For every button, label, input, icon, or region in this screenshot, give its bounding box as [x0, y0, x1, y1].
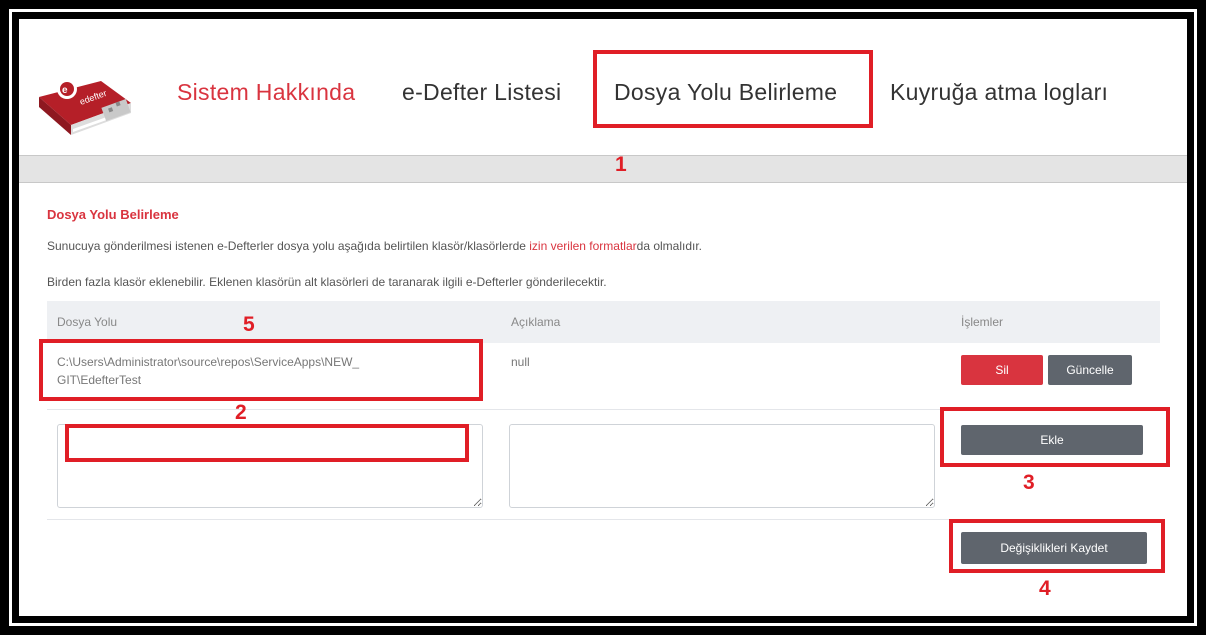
annotation-number-2: 2 [235, 401, 247, 424]
annotation-number-1: 1 [615, 153, 627, 176]
header-islemler: İşlemler [961, 315, 1004, 329]
add-button[interactable]: Ekle [961, 425, 1143, 455]
info-paragraph-1: Sunucuya gönderilmesi istenen e-Defterle… [47, 239, 703, 253]
header-aciklama: Açıklama [511, 315, 561, 329]
edefter-logo: e edefter [39, 79, 131, 135]
path-input[interactable] [57, 424, 483, 508]
nav-item-edefter-listesi[interactable]: e-Defter Listesi [402, 79, 561, 106]
annotation-number-3: 3 [1023, 471, 1035, 494]
nav-item-sistem-hakkinda[interactable]: Sistem Hakkında [177, 79, 355, 106]
svg-text:e: e [62, 85, 68, 96]
info-paragraph-2: Birden fazla klasör eklenebilir. Eklenen… [47, 275, 607, 289]
nav-item-kuyruga-atma-loglari[interactable]: Kuyruğa atma logları [890, 79, 1108, 106]
app-page: e edefter Sistem Hakkında e-Defter Liste… [19, 19, 1187, 616]
table-row-description: null [511, 355, 530, 369]
nav-item-dosya-yolu-belirleme[interactable]: Dosya Yolu Belirleme [614, 79, 837, 106]
header-dosya-yolu: Dosya Yolu [57, 315, 118, 329]
annotation-number-5: 5 [243, 313, 255, 336]
table-header: Dosya Yolu Açıklama İşlemler [47, 301, 1160, 343]
row-divider [47, 409, 1160, 410]
section-title: Dosya Yolu Belirleme [47, 207, 179, 222]
save-changes-button[interactable]: Değişiklikleri Kaydet [961, 532, 1147, 564]
table-row-path: C:\Users\Administrator\source\repos\Serv… [57, 355, 360, 387]
header-divider-bar [19, 155, 1187, 183]
update-button[interactable]: Güncelle [1048, 355, 1132, 385]
form-divider [47, 519, 1160, 520]
annotation-number-4: 4 [1039, 577, 1051, 600]
description-input[interactable] [509, 424, 935, 508]
allowed-formats-link[interactable]: izin verilen formatlar [529, 239, 636, 253]
delete-button[interactable]: Sil [961, 355, 1043, 385]
